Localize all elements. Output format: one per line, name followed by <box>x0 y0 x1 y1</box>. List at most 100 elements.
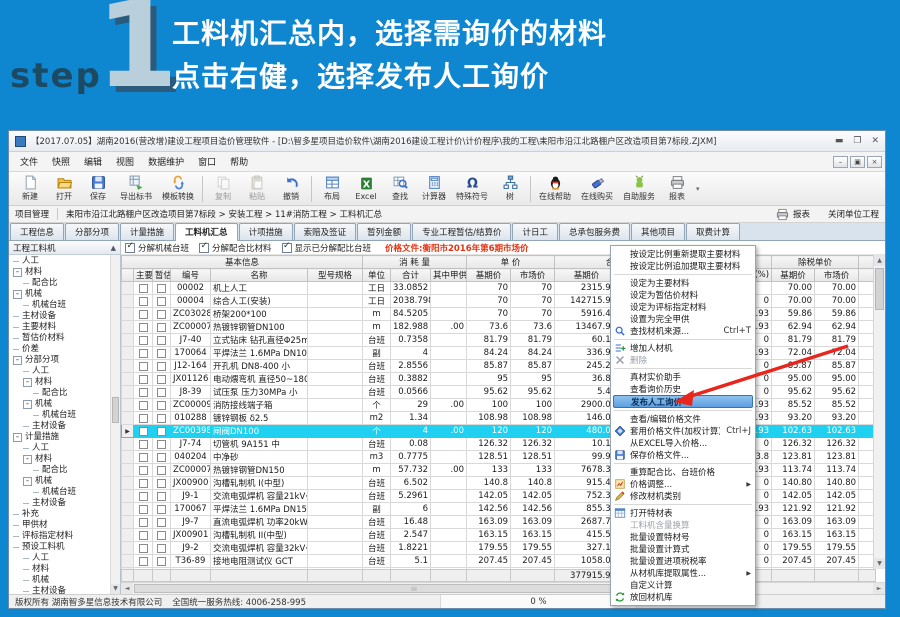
checkbox-icon[interactable] <box>139 284 148 293</box>
context-menu-item-5[interactable]: 设定为评标指定材料 <box>611 301 755 313</box>
close-unit-project-button[interactable]: 关闭单位工程 <box>828 208 879 220</box>
table-row[interactable]: 170067平焊法兰 1.6MPa DN150副6142.56142.56855… <box>122 503 876 516</box>
checkbox-icon[interactable] <box>157 479 166 488</box>
tree-item-9[interactable]: -分部分项 <box>9 355 120 366</box>
tree-item-0[interactable]: 人工 <box>9 256 120 267</box>
context-menu-item-29[interactable]: 批量设置进项税税率 <box>611 555 755 567</box>
collapse-icon[interactable]: - <box>13 268 22 277</box>
scroll-up-icon[interactable]: ▲ <box>874 255 885 266</box>
toolbar-overflow-icon[interactable]: ▾ <box>696 185 700 193</box>
table-row[interactable]: JX00901沟槽轧制机 II(中型)台班2.547163.15163.1541… <box>122 529 876 542</box>
context-menu-item-3[interactable]: 设定为主要材料 <box>611 277 755 289</box>
menubar-item-0[interactable]: 文件 <box>13 153 45 170</box>
toolbar-export-button[interactable]: 导出标书 <box>115 173 157 205</box>
major-checkbox-cell[interactable] <box>134 386 153 399</box>
temp-checkbox-cell[interactable] <box>153 477 171 490</box>
temp-checkbox-cell[interactable] <box>153 347 171 360</box>
tree-item-20[interactable]: -机械 <box>9 476 120 487</box>
major-checkbox-cell[interactable] <box>134 555 153 568</box>
major-checkbox-cell[interactable] <box>134 503 153 516</box>
checkbox-icon[interactable] <box>157 414 166 423</box>
major-checkbox-cell[interactable] <box>134 347 153 360</box>
table-row[interactable]: J7-74切管机 9A151 中台班0.08126.32126.3210.110… <box>122 438 876 451</box>
toolbar-omega-button[interactable]: Ω特殊符号 <box>451 173 493 205</box>
toolbar-excel-button[interactable]: XExcel <box>349 173 383 205</box>
toolbar-printer-button[interactable]: 报表 <box>660 173 694 205</box>
table-row[interactable]: 00004综合人工(安装)工日2038.7987070142715.91070.… <box>122 295 876 308</box>
table-row[interactable]: 010288镀锌钢板 δ2.5m21.34108.98108.98146.031… <box>122 412 876 425</box>
checkbox-icon[interactable] <box>157 401 166 410</box>
temp-checkbox-cell[interactable] <box>153 334 171 347</box>
tree-item-12[interactable]: 配合比 <box>9 388 120 399</box>
context-menu-item-0[interactable]: 按设定比例重新提取主要材料 <box>611 248 755 260</box>
checkbox-icon[interactable] <box>157 557 166 566</box>
major-checkbox-cell[interactable] <box>134 542 153 555</box>
context-menu-item-9[interactable]: 增加人材机 <box>611 342 755 354</box>
temp-checkbox-cell[interactable] <box>153 490 171 503</box>
toolbar-calculator-button[interactable]: 计算器 <box>417 173 451 205</box>
tab-2[interactable]: 计量措施 <box>120 223 174 240</box>
major-checkbox-cell[interactable] <box>134 399 153 412</box>
checkbox-icon[interactable] <box>157 531 166 540</box>
checkbox-icon[interactable] <box>139 297 148 306</box>
major-checkbox-cell[interactable] <box>134 516 153 529</box>
tab-10[interactable]: 其他项目 <box>631 223 685 240</box>
checkbox-icon[interactable] <box>139 336 148 345</box>
table-row[interactable]: J8-39试压泵 压力30MPa 小台班0.056695.6295.625.41… <box>122 386 876 399</box>
sidebar-scrollbar[interactable]: ▼ <box>110 255 120 594</box>
checkbox-icon[interactable] <box>139 440 148 449</box>
temp-checkbox-cell[interactable] <box>153 360 171 373</box>
temp-checkbox-cell[interactable] <box>153 282 171 295</box>
tree-item-26[interactable]: 预设工料机 <box>9 542 120 553</box>
toolbar-convert-button[interactable]: 模板转换 <box>157 173 199 205</box>
major-checkbox-cell[interactable] <box>134 308 153 321</box>
tree-item-29[interactable]: 机械 <box>9 575 120 586</box>
table-row[interactable]: ZC00009~2消防接线端子箱个29.001001002900.0016.93… <box>122 399 876 412</box>
tree-item-19[interactable]: 配合比 <box>9 465 120 476</box>
tree-item-3[interactable]: -机械 <box>9 289 120 300</box>
table-row[interactable]: J9-7直流电弧焊机 功率20kW 小台班16.48163.09163.0926… <box>122 516 876 529</box>
checkbox-icon[interactable] <box>139 375 148 384</box>
scroll-down-icon[interactable]: ▼ <box>111 584 120 594</box>
major-checkbox-cell[interactable] <box>134 451 153 464</box>
close-icon[interactable]: ✕ <box>871 136 879 146</box>
checkbox-checked-icon[interactable] <box>125 243 135 253</box>
menubar-item-5[interactable]: 窗口 <box>191 153 223 170</box>
temp-checkbox-cell[interactable] <box>153 555 171 568</box>
toolbar-qq-button[interactable]: 在线帮助 <box>534 173 576 205</box>
mdi-minimize-icon[interactable]: – <box>833 156 848 168</box>
temp-checkbox-cell[interactable] <box>153 425 171 438</box>
table-row[interactable]: JX00900沟槽轧制机 I(中型)台班6.502140.8140.8915.4… <box>122 477 876 490</box>
toolbar-layout-button[interactable]: 布局 <box>315 173 349 205</box>
option-checkbox-2[interactable]: 显示已分解配比台班 <box>282 242 372 254</box>
checkbox-icon[interactable] <box>139 401 148 410</box>
checkbox-icon[interactable] <box>157 518 166 527</box>
tab-3[interactable]: 工料机汇总 <box>175 223 238 241</box>
collapse-icon[interactable]: - <box>23 477 32 486</box>
temp-checkbox-cell[interactable] <box>153 386 171 399</box>
toolbar-save-button[interactable]: 保存 <box>81 173 115 205</box>
tree-item-5[interactable]: 主材设备 <box>9 311 120 322</box>
major-checkbox-cell[interactable] <box>134 490 153 503</box>
collapse-up-icon[interactable]: ▲ <box>111 244 116 252</box>
checkbox-icon[interactable] <box>157 505 166 514</box>
temp-checkbox-cell[interactable] <box>153 321 171 334</box>
tree-item-23[interactable]: 补充 <box>9 509 120 520</box>
context-menu-item-31[interactable]: 自定义计算 <box>611 579 755 591</box>
checkbox-icon[interactable] <box>157 284 166 293</box>
tree-item-10[interactable]: 人工 <box>9 366 120 377</box>
context-menu-item-23[interactable]: 修改材机类别 <box>611 490 755 502</box>
mdi-close-icon[interactable]: × <box>867 156 882 168</box>
temp-checkbox-cell[interactable] <box>153 451 171 464</box>
table-row[interactable]: ZC00007~2热镀锌钢管DN100m182.988.0073.673.613… <box>122 321 876 334</box>
checkbox-icon[interactable] <box>139 323 148 332</box>
checkbox-checked-icon[interactable] <box>282 243 292 253</box>
checkbox-icon[interactable] <box>139 518 148 527</box>
context-menu-item-19[interactable]: 保存价格文件... <box>611 449 755 461</box>
context-menu-item-18[interactable]: 从EXCEL导入价格... <box>611 437 755 449</box>
checkbox-icon[interactable] <box>157 362 166 371</box>
minimize-icon[interactable]: ▬ <box>835 136 844 146</box>
table-row[interactable]: J12-164开孔机 DN8-400 小台班2.855685.8785.8724… <box>122 360 876 373</box>
checkbox-checked-icon[interactable] <box>199 243 209 253</box>
checkbox-icon[interactable] <box>157 466 166 475</box>
